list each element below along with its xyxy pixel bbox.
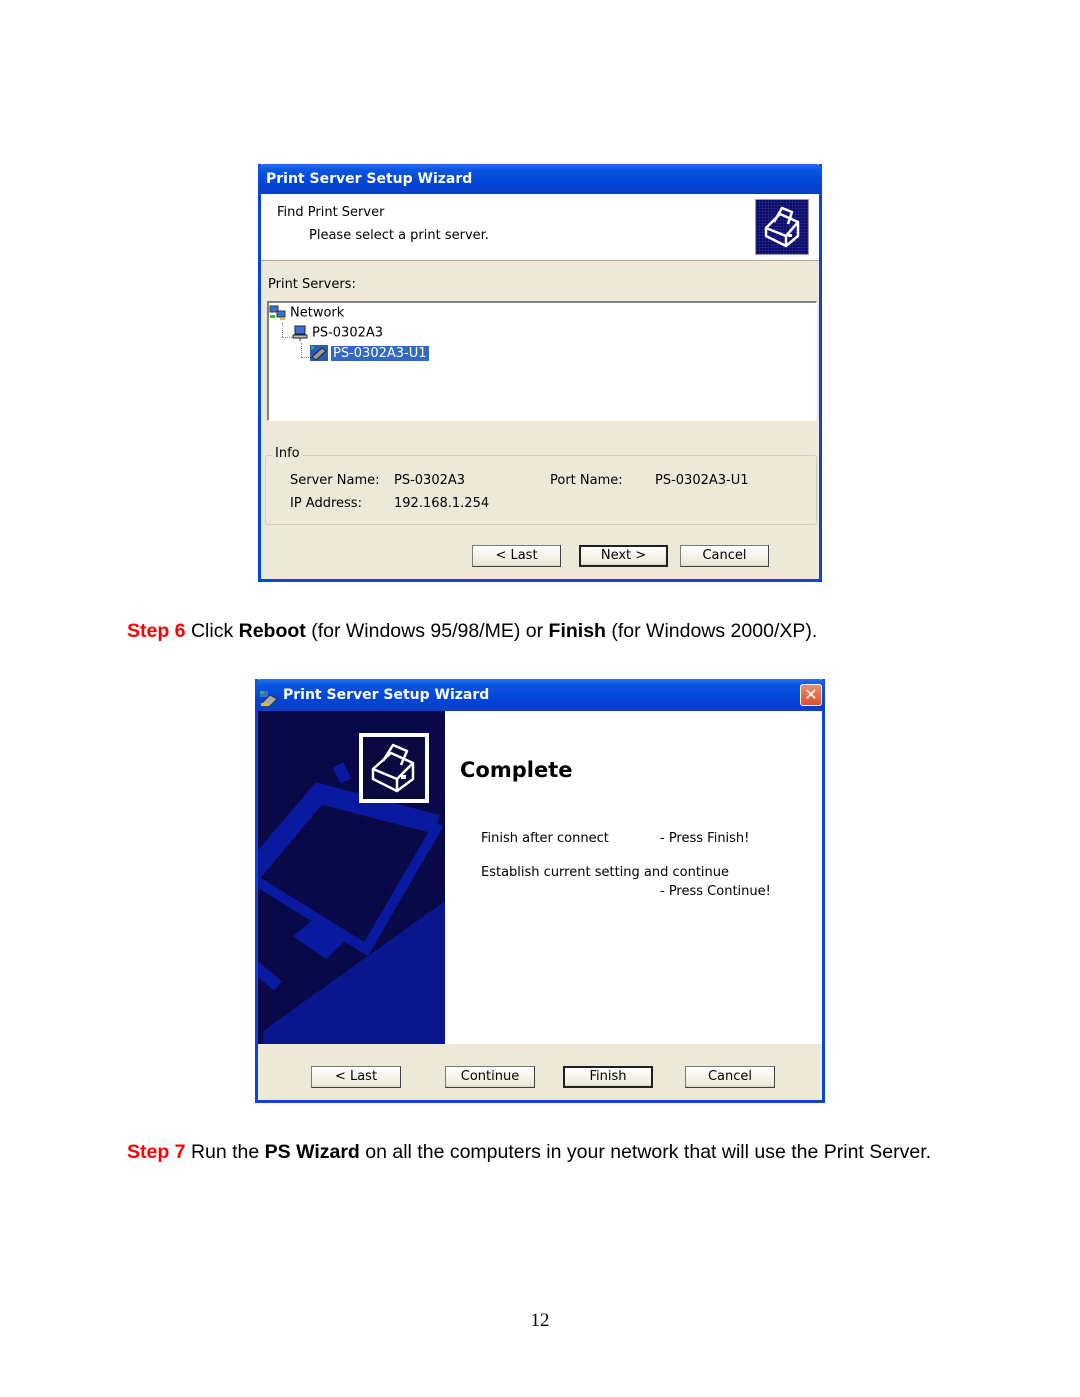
- wizard-header: Find Print Server Please select a print …: [261, 194, 819, 261]
- print-port-icon: [310, 345, 328, 361]
- establish-setting-text: Establish current setting and continue: [481, 865, 730, 880]
- wizard-app-icon: [260, 687, 278, 708]
- window-title: Print Server Setup Wizard: [283, 687, 490, 703]
- step-6-number: Step 6: [127, 620, 186, 642]
- info-legend: Info: [272, 446, 303, 461]
- press-finish-text: - Press Finish!: [660, 831, 750, 846]
- tree-node-server[interactable]: PS-0302A3: [291, 325, 383, 341]
- cancel-button[interactable]: Cancel: [680, 545, 769, 567]
- network-icon: [269, 305, 287, 321]
- printer-icon: [371, 743, 415, 793]
- title-bar: Print Server Setup Wizard: [258, 164, 822, 194]
- step-6-finish: Finish: [548, 620, 606, 642]
- tree-label-port: PS-0302A3-U1: [331, 345, 429, 361]
- last-button[interactable]: < Last: [311, 1066, 401, 1088]
- step-7-text: Run the: [185, 1141, 265, 1163]
- print-server-tree[interactable]: Network PS-0302A3 PS-0302A3-U1: [267, 301, 817, 421]
- computer-icon: [291, 325, 309, 341]
- close-button[interactable]: ✕: [800, 684, 822, 706]
- page-number: 12: [530, 1310, 550, 1331]
- ip-address-label: IP Address:: [290, 496, 362, 511]
- step-6-instruction: Step 6 Click Reboot (for Windows 95/98/M…: [127, 619, 817, 644]
- press-continue-text: - Press Continue!: [660, 884, 771, 899]
- last-button[interactable]: < Last: [472, 545, 561, 567]
- complete-dialog: Print Server Setup Wizard ✕ Complete Fin…: [255, 679, 825, 1103]
- step-6-text: Click: [185, 620, 239, 642]
- server-name-value: PS-0302A3: [394, 473, 466, 488]
- step-6-text: (for Windows 2000/XP).: [605, 620, 818, 642]
- step-7-text: on all the computers in your network tha…: [359, 1141, 932, 1163]
- step-7-ps-wizard: PS Wizard: [264, 1141, 360, 1163]
- printer-badge: [359, 733, 429, 803]
- complete-heading: Complete: [460, 758, 573, 782]
- title-bar: Print Server Setup Wizard ✕: [255, 679, 825, 711]
- step-6-text: (for Windows 95/98/ME) or: [305, 620, 549, 642]
- tree-label-server: PS-0302A3: [312, 325, 384, 341]
- cancel-button[interactable]: Cancel: [685, 1066, 775, 1088]
- port-name-value: PS-0302A3-U1: [655, 473, 749, 488]
- step-7-instruction: Step 7 Run the PS Wizard on all the comp…: [127, 1140, 947, 1165]
- step-7-number: Step 7: [127, 1141, 186, 1163]
- print-servers-label: Print Servers:: [268, 277, 356, 292]
- tree-node-port-selected[interactable]: PS-0302A3-U1: [310, 345, 429, 361]
- ip-address-value: 192.168.1.254: [394, 496, 490, 511]
- printer-icon: [755, 199, 809, 255]
- wizard-side-banner: [258, 711, 445, 1044]
- next-button[interactable]: Next >: [579, 545, 668, 567]
- find-print-server-dialog: Print Server Setup Wizard Find Print Ser…: [258, 164, 822, 582]
- tree-label-network: Network: [290, 305, 345, 321]
- window-title: Print Server Setup Wizard: [266, 171, 473, 187]
- finish-button[interactable]: Finish: [563, 1066, 653, 1088]
- finish-after-connect-text: Finish after connect: [481, 831, 609, 846]
- port-name-label: Port Name:: [550, 473, 623, 488]
- info-group: Info Server Name: PS-0302A3 Port Name: P…: [265, 446, 817, 525]
- tree-node-network[interactable]: Network: [269, 305, 344, 321]
- header-subtitle: Please select a print server.: [309, 228, 489, 243]
- server-name-label: Server Name:: [290, 473, 380, 488]
- close-icon: ✕: [804, 685, 818, 704]
- step-6-reboot: Reboot: [238, 620, 306, 642]
- wizard-content: Complete Finish after connect - Press Fi…: [445, 711, 822, 1044]
- continue-button[interactable]: Continue: [445, 1066, 535, 1088]
- header-title: Find Print Server: [277, 205, 385, 220]
